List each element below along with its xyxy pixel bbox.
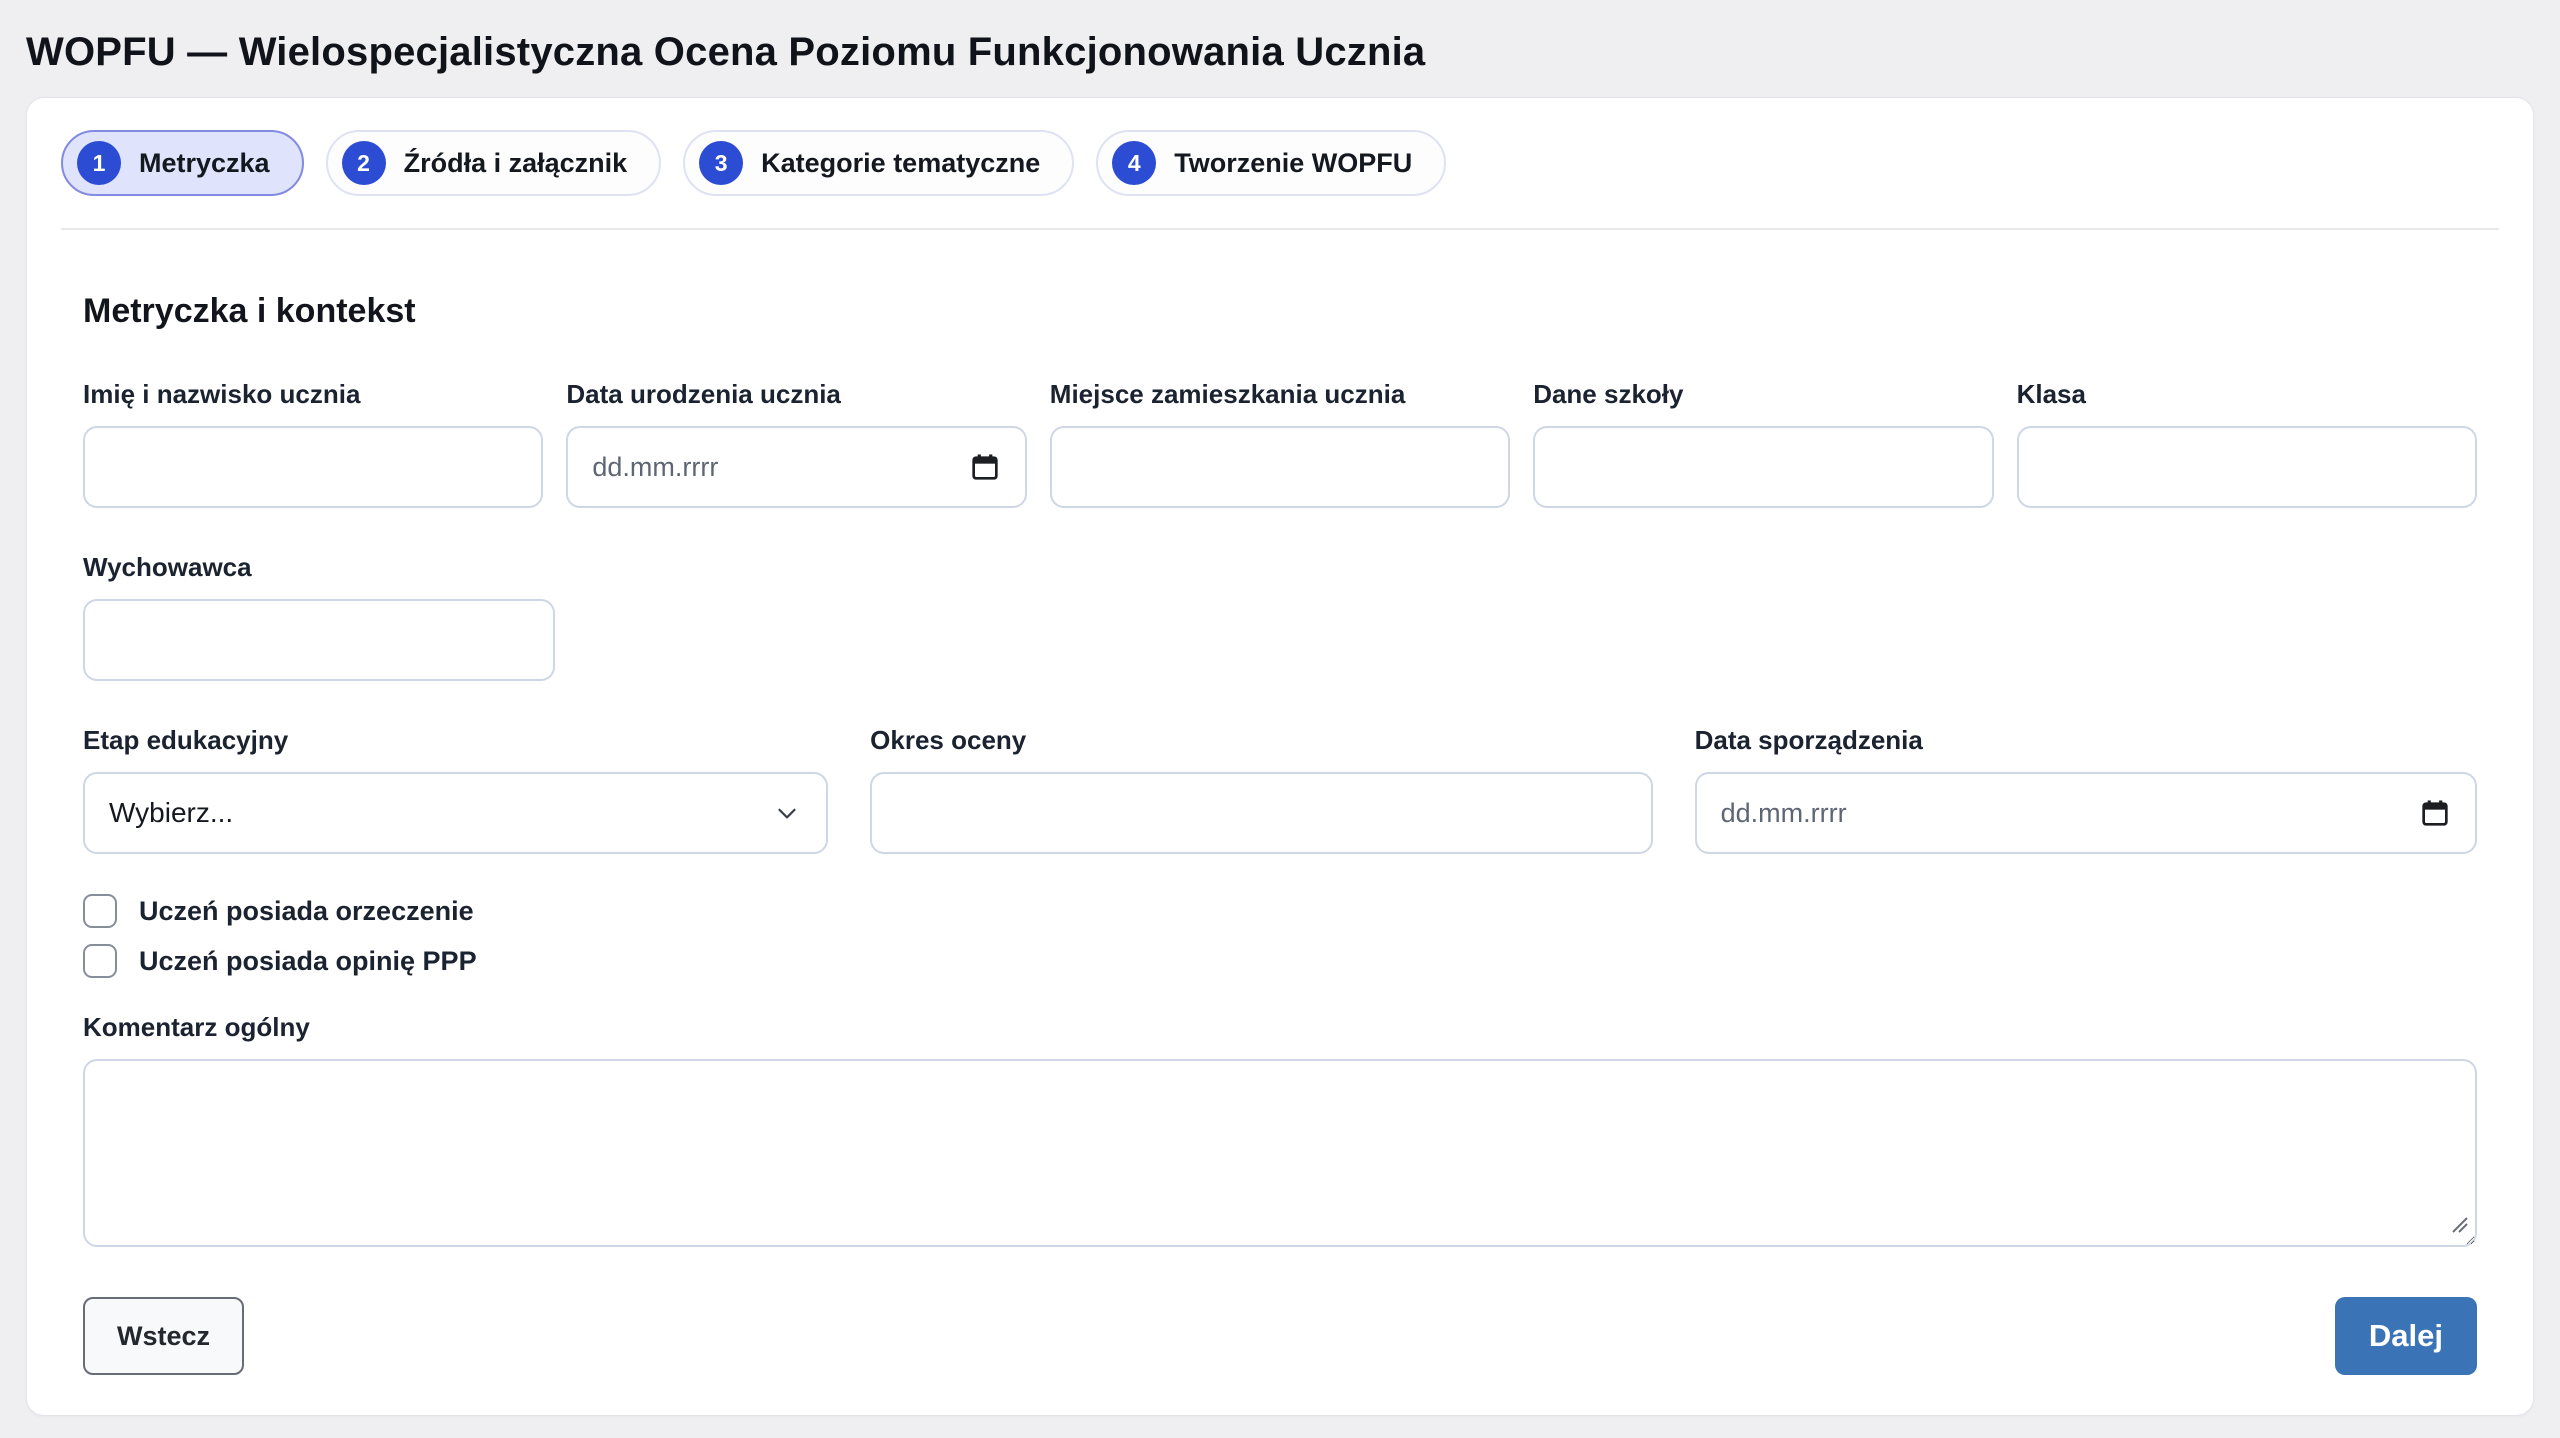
- student-name-input[interactable]: [83, 426, 543, 508]
- footer-actions: Wstecz Dalej: [83, 1297, 2477, 1375]
- student-name-label: Imię i nazwisko ucznia: [83, 379, 543, 410]
- step-number-badge: 1: [77, 141, 121, 185]
- creation-date-label: Data sporządzenia: [1695, 725, 2477, 756]
- form-row-1: Imię i nazwisko ucznia Data urodzenia uc…: [83, 379, 2477, 508]
- step-zrodla-i-zalacznik[interactable]: 2 Źródła i załącznik: [326, 130, 662, 196]
- residence-input[interactable]: [1050, 426, 1510, 508]
- birth-date-label: Data urodzenia ucznia: [566, 379, 1026, 410]
- birth-date-input[interactable]: dd.mm.rrrr: [566, 426, 1026, 508]
- teacher-label: Wychowawca: [83, 552, 555, 583]
- field-creation-date: Data sporządzenia dd.mm.rrrr: [1695, 725, 2477, 854]
- checkbox-group: Uczeń posiada orzeczenie Uczeń posiada o…: [83, 894, 2477, 978]
- wizard-card: 1 Metryczka 2 Źródła i załącznik 3 Kateg…: [26, 97, 2534, 1416]
- education-stage-label: Etap edukacyjny: [83, 725, 828, 756]
- date-placeholder: dd.mm.rrrr: [1721, 798, 1847, 829]
- comment-label: Komentarz ogólny: [83, 1012, 2477, 1043]
- school-input[interactable]: [1533, 426, 1993, 508]
- orzeczenie-checkbox[interactable]: [83, 894, 117, 928]
- orzeczenie-checkbox-label[interactable]: Uczeń posiada orzeczenie: [139, 896, 474, 927]
- assessment-period-input[interactable]: [870, 772, 1652, 854]
- chevron-down-icon: [772, 798, 802, 828]
- date-placeholder: dd.mm.rrrr: [592, 452, 718, 483]
- field-education-stage: Etap edukacyjny Wybierz...: [83, 725, 828, 854]
- step-tworzenie-wopfu[interactable]: 4 Tworzenie WOPFU: [1096, 130, 1446, 196]
- field-assessment-period: Okres oceny: [870, 725, 1652, 854]
- step-number-badge: 2: [342, 141, 386, 185]
- teacher-input[interactable]: [83, 599, 555, 681]
- opinia-ppp-checkbox[interactable]: [83, 944, 117, 978]
- assessment-period-label: Okres oceny: [870, 725, 1652, 756]
- step-label: Metryczka: [139, 148, 270, 179]
- school-label: Dane szkoły: [1533, 379, 1993, 410]
- creation-date-input[interactable]: dd.mm.rrrr: [1695, 772, 2477, 854]
- comment-textarea[interactable]: [83, 1059, 2477, 1247]
- step-label: Tworzenie WOPFU: [1174, 148, 1412, 179]
- step-number-badge: 3: [699, 141, 743, 185]
- education-stage-select[interactable]: Wybierz...: [83, 772, 828, 854]
- field-comment: Komentarz ogólny: [83, 1012, 2477, 1247]
- residence-label: Miejsce zamieszkania ucznia: [1050, 379, 1510, 410]
- field-class: Klasa: [2017, 379, 2477, 508]
- checkbox-row-opinia-ppp[interactable]: Uczeń posiada opinię PPP: [83, 944, 477, 978]
- step-kategorie-tematyczne[interactable]: 3 Kategorie tematyczne: [683, 130, 1074, 196]
- section-title: Metryczka i kontekst: [83, 292, 2499, 331]
- calendar-icon[interactable]: [2419, 797, 2451, 829]
- back-button[interactable]: Wstecz: [83, 1297, 244, 1375]
- class-input[interactable]: [2017, 426, 2477, 508]
- step-label: Kategorie tematyczne: [761, 148, 1040, 179]
- page: WOPFU — Wielospecjalistyczna Ocena Pozio…: [0, 0, 2560, 1438]
- opinia-ppp-checkbox-label[interactable]: Uczeń posiada opinię PPP: [139, 946, 477, 977]
- field-student-name: Imię i nazwisko ucznia: [83, 379, 543, 508]
- step-label: Źródła i załącznik: [404, 148, 628, 179]
- selected-option: Wybierz...: [109, 797, 233, 829]
- field-residence: Miejsce zamieszkania ucznia: [1050, 379, 1510, 508]
- field-birth-date: Data urodzenia ucznia dd.mm.rrrr: [566, 379, 1026, 508]
- step-number-badge: 4: [1112, 141, 1156, 185]
- page-title: WOPFU — Wielospecjalistyczna Ocena Pozio…: [26, 30, 2534, 75]
- field-teacher: Wychowawca: [83, 552, 555, 681]
- stepper-divider: [61, 228, 2499, 230]
- calendar-icon[interactable]: [969, 451, 1001, 483]
- metryczka-form: Imię i nazwisko ucznia Data urodzenia uc…: [61, 379, 2499, 1375]
- checkbox-row-orzeczenie[interactable]: Uczeń posiada orzeczenie: [83, 894, 474, 928]
- class-label: Klasa: [2017, 379, 2477, 410]
- next-button[interactable]: Dalej: [2335, 1297, 2477, 1375]
- wizard-stepper: 1 Metryczka 2 Źródła i załącznik 3 Kateg…: [61, 130, 2499, 196]
- form-row-3: Etap edukacyjny Wybierz... Okres oceny: [83, 725, 2477, 854]
- step-metryczka[interactable]: 1 Metryczka: [61, 130, 304, 196]
- field-school: Dane szkoły: [1533, 379, 1993, 508]
